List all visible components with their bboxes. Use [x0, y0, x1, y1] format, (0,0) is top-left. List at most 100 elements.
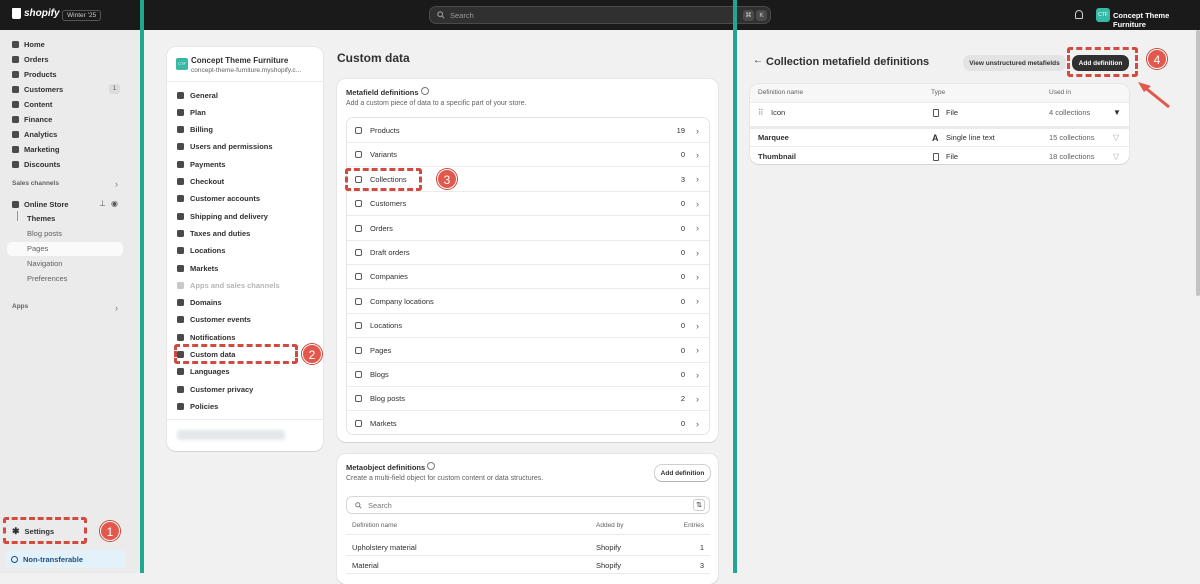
view-unstructured-button[interactable]: View unstructured metafields: [963, 55, 1066, 71]
customers-icon: [12, 85, 19, 93]
annotation-number-1: 1: [100, 521, 120, 541]
sort-icon[interactable]: ⇅: [693, 499, 705, 511]
pin-icon[interactable]: ▼: [1113, 108, 1121, 117]
chevron-right-icon[interactable]: ›: [115, 179, 118, 189]
settings-item-users-and-permissions[interactable]: Users and permissions: [177, 141, 273, 153]
metafield-row-variants[interactable]: Variants 0 ›: [347, 143, 709, 168]
nav-home[interactable]: Home: [12, 38, 45, 50]
resource-icon: [355, 297, 362, 305]
definition-type: File: [946, 152, 959, 161]
chevron-right-icon: ›: [696, 198, 699, 209]
drag-handle-icon[interactable]: ⠿: [758, 108, 764, 117]
nav-content[interactable]: Content: [12, 98, 52, 110]
chevron-right-icon: ›: [696, 296, 699, 307]
nav-orders[interactable]: Orders: [12, 53, 49, 65]
settings-item-icon: [177, 178, 184, 185]
metafield-row-company-locations[interactable]: Company locations 0 ›: [347, 290, 709, 314]
metafield-row-blog-posts[interactable]: Blog posts 2 ›: [347, 387, 709, 412]
settings-item-shipping-and-delivery[interactable]: Shipping and delivery: [177, 210, 268, 222]
metaobject-description: Create a multi-field object for custom c…: [346, 475, 544, 482]
nav-customers[interactable]: Customers: [12, 83, 63, 95]
info-icon[interactable]: [427, 462, 435, 470]
collection-def-row-thumbnail[interactable]: Thumbnail File 18 collections ▽: [750, 146, 1129, 166]
resource-icon: [355, 420, 362, 428]
metafield-row-label: Blog posts: [370, 394, 406, 404]
settings-item-label: Domains: [190, 298, 222, 308]
store-card-name: Concept Theme Furniture: [191, 56, 289, 65]
settings-item-taxes-and-duties[interactable]: Taxes and duties: [177, 227, 250, 239]
pin-icon[interactable]: ▽: [1113, 133, 1119, 142]
settings-item-languages[interactable]: Languages: [177, 366, 230, 378]
nav-label: Marketing: [24, 144, 60, 154]
metaobject-heading: Metaobject definitions: [346, 463, 426, 472]
metafield-row-draft-orders[interactable]: Draft orders 0 ›: [347, 241, 709, 265]
nav-sub-preferences[interactable]: Preferences: [27, 273, 67, 285]
settings-item-policies[interactable]: Policies: [177, 400, 218, 412]
settings-item-icon: [177, 281, 184, 289]
metafield-row-markets[interactable]: Markets 0 ›: [347, 412, 709, 436]
settings-item-label: Markets: [190, 263, 219, 273]
pin-icon[interactable]: ▽: [1113, 152, 1119, 161]
metafield-row-customers[interactable]: Customers 0 ›: [347, 192, 709, 217]
metafield-row-label: Blogs: [370, 370, 389, 379]
collection-defs-header: Definition name Type Used in: [750, 84, 1129, 102]
settings-item-plan[interactable]: Plan: [177, 106, 206, 118]
metafield-row-orders[interactable]: Orders 0 ›: [347, 217, 709, 241]
definition-used-in: 15 collections: [1049, 133, 1095, 142]
settings-item-locations[interactable]: Locations: [177, 245, 225, 257]
eye-icon[interactable]: ◉: [111, 199, 118, 208]
nav-sub-pages[interactable]: Pages: [27, 243, 48, 255]
metafield-row-locations[interactable]: Locations 0 ›: [347, 314, 709, 339]
pin-icon[interactable]: ⊥: [99, 199, 106, 208]
nav-label: Products: [24, 69, 57, 79]
metafield-row-companies[interactable]: Companies 0 ›: [347, 265, 709, 290]
settings-item-icon: [177, 195, 184, 203]
settings-item-icon: [177, 299, 184, 307]
metaobject-search[interactable]: Search ⇅: [346, 496, 710, 514]
store-name[interactable]: Concept Theme Furniture: [1113, 11, 1200, 29]
settings-item-domains[interactable]: Domains: [177, 297, 222, 309]
info-icon[interactable]: [421, 87, 429, 95]
store-avatar[interactable]: CTF: [1096, 8, 1110, 22]
settings-item-label: Plan: [190, 107, 206, 117]
settings-item-customer-accounts[interactable]: Customer accounts: [177, 193, 260, 205]
settings-item-payments[interactable]: Payments: [177, 158, 225, 170]
metafield-row-products[interactable]: Products 19 ›: [347, 119, 709, 143]
bell-icon[interactable]: [1075, 10, 1083, 19]
settings-item-customer-events[interactable]: Customer events: [177, 314, 251, 326]
collection-def-row-icon[interactable]: ⠿ Icon File 4 collections ▼: [750, 102, 1129, 122]
nav-products[interactable]: Products: [12, 68, 57, 80]
settings-item-icon: [177, 108, 184, 116]
settings-item-billing[interactable]: Billing: [177, 124, 213, 136]
settings-item-general[interactable]: General: [177, 89, 218, 101]
back-arrow-icon[interactable]: ←: [753, 55, 763, 66]
shopify-logo[interactable]: shopify: [12, 8, 60, 19]
collection-def-row-marquee[interactable]: Marquee A Single line text 15 collections ▽: [750, 126, 1129, 146]
non-transferable-badge[interactable]: Non-transferable: [5, 550, 126, 568]
add-metaobject-definition-button[interactable]: Add definition: [655, 465, 710, 481]
settings-item-markets[interactable]: Markets: [177, 262, 218, 274]
settings-item-customer-privacy[interactable]: Customer privacy: [177, 383, 253, 395]
metafield-row-blogs[interactable]: Blogs 0 ›: [347, 363, 709, 387]
scrollbar[interactable]: [1196, 30, 1200, 296]
apps-chevron-icon[interactable]: ›: [115, 303, 118, 313]
metaobject-row[interactable]: Material Shopify 3: [346, 556, 710, 574]
metafield-row-pages[interactable]: Pages 0 ›: [347, 339, 709, 363]
resource-icon: [355, 371, 362, 378]
search-bar[interactable]: Search ⌘ K: [429, 6, 771, 24]
nav-analytics[interactable]: Analytics: [12, 128, 57, 140]
settings-item-notifications[interactable]: Notifications: [177, 331, 235, 343]
nav-sub-navigation[interactable]: Navigation: [27, 258, 62, 270]
settings-item-checkout[interactable]: Checkout: [177, 176, 224, 188]
nav-sub-themes[interactable]: Themes: [27, 213, 55, 225]
nav-online-store[interactable]: Online Store: [12, 198, 69, 210]
nav-finance[interactable]: Finance: [12, 113, 52, 125]
settings-item-icon: [177, 247, 184, 255]
nav-marketing[interactable]: Marketing: [12, 143, 59, 155]
nav-discounts[interactable]: Discounts: [12, 158, 60, 170]
metaobject-row[interactable]: Upholstery material Shopify 1: [346, 538, 710, 556]
annotation-box-custom-data: [174, 344, 298, 364]
resource-icon: [355, 200, 362, 208]
metaobject-search-placeholder: Search: [368, 500, 392, 510]
nav-sub-blog-posts[interactable]: Blog posts: [27, 228, 62, 240]
